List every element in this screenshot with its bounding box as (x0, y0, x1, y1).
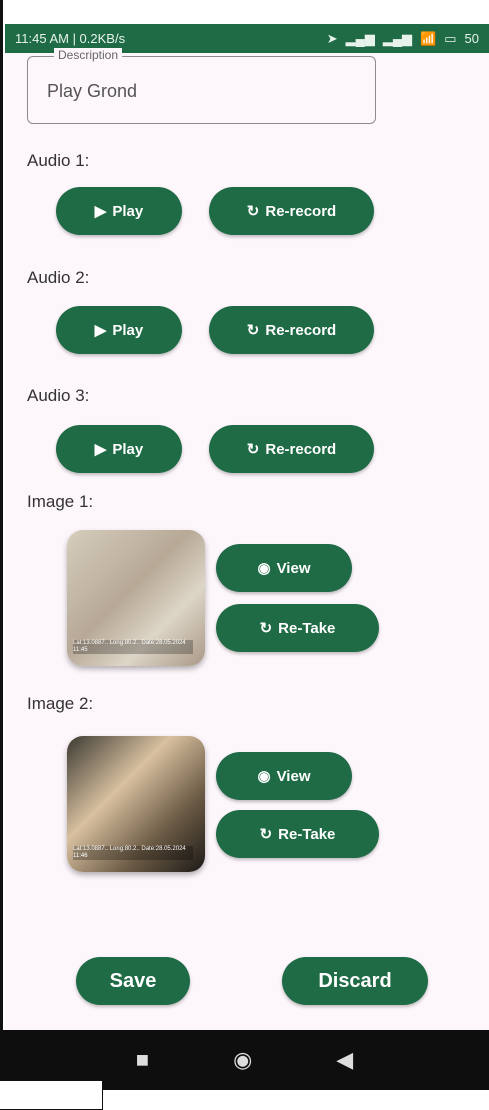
audio-3-label: Audio 3: (27, 386, 90, 405)
eye-icon: ◉ (257, 768, 271, 785)
status-time-speed: 11:45 AM | 0.2KB/s (15, 31, 126, 46)
audio-2-rerecord-button[interactable]: ↻ Re-record (209, 306, 374, 354)
play-label: Play (112, 202, 144, 220)
refresh-icon: ↻ (259, 826, 273, 843)
image-2-label: Image 2: (27, 694, 94, 713)
audio-2-label: Audio 2: (27, 268, 90, 287)
description-value: Play Grond (47, 81, 138, 101)
screen: 11:45 AM | 0.2KB/s ➤ ▂▄▆ ▂▄▆ 📶 ▭ 50 Desc… (0, 0, 489, 1110)
image-2-view-button[interactable]: ◉ View (216, 752, 352, 800)
image-1-view-button[interactable]: ◉ View (216, 544, 352, 592)
wifi-icon: 📶 (420, 30, 437, 46)
left-border (0, 0, 3, 1030)
content-area: Description Play Grond Audio 1: ▶ Play ↻ R… (5, 48, 489, 1030)
audio-1-play-button[interactable]: ▶ Play (56, 187, 182, 235)
image-1-label: Image 1: (27, 492, 94, 511)
bottom-left-frame (0, 1080, 103, 1110)
play-label: Play (112, 440, 144, 458)
image-1-retake-button[interactable]: ↻ Re-Take (216, 604, 379, 652)
home-icon[interactable]: ◉ (233, 1047, 252, 1073)
refresh-icon: ↻ (246, 203, 260, 220)
image-2-retake-button[interactable]: ↻ Re-Take (216, 810, 379, 858)
image-1-thumbnail[interactable]: Lat:13.0887.. Long:80.2.. Date:28.05.202… (67, 530, 205, 666)
recent-apps-icon[interactable]: ■ (136, 1047, 149, 1073)
back-icon[interactable]: ◀ (336, 1047, 353, 1073)
rerecord-label: Re-record (265, 440, 337, 458)
refresh-icon: ↻ (246, 441, 260, 458)
play-icon: ▶ (94, 441, 107, 458)
save-button[interactable]: Save (76, 957, 190, 1005)
status-icons: ➤ ▂▄▆ ▂▄▆ 📶 ▭ 50 (327, 31, 479, 47)
view-label: View (276, 767, 311, 785)
rerecord-label: Re-record (265, 321, 337, 339)
image-2-thumbnail[interactable]: Lat:13.0887.. Long:80.2.. Date:28.05.202… (67, 736, 205, 872)
view-label: View (276, 559, 311, 577)
retake-label: Re-Take (278, 825, 336, 843)
refresh-icon: ↻ (246, 322, 260, 339)
signal-2-icon: ▂▄▆ (382, 30, 413, 46)
audio-1-rerecord-button[interactable]: ↻ Re-record (209, 187, 374, 235)
play-icon: ▶ (94, 322, 107, 339)
signal-icon: ▂▄▆ (345, 30, 375, 46)
discard-button[interactable]: Discard (282, 957, 428, 1005)
image-1-overlay-text: Lat:13.0887.. Long:80.2.. Date:28.05.202… (73, 640, 193, 654)
eye-icon: ◉ (257, 560, 271, 577)
rerecord-label: Re-record (265, 202, 337, 220)
refresh-icon: ↻ (259, 620, 273, 637)
location-icon: ➤ (326, 30, 338, 46)
audio-3-rerecord-button[interactable]: ↻ Re-record (209, 425, 374, 473)
description-label: Description (54, 48, 123, 62)
battery-percent: 50 (464, 31, 479, 46)
audio-1-label: Audio 1: (27, 151, 90, 170)
retake-label: Re-Take (278, 619, 336, 637)
image-2-overlay-text: Lat:13.0887.. Long:80.2.. Date:28.05.202… (73, 846, 193, 860)
battery-icon: ▭ (444, 30, 457, 46)
description-field[interactable]: Description Play Grond (27, 48, 376, 124)
play-label: Play (112, 321, 144, 339)
audio-3-play-button[interactable]: ▶ Play (56, 425, 182, 473)
play-icon: ▶ (94, 203, 107, 220)
audio-2-play-button[interactable]: ▶ Play (56, 306, 182, 354)
